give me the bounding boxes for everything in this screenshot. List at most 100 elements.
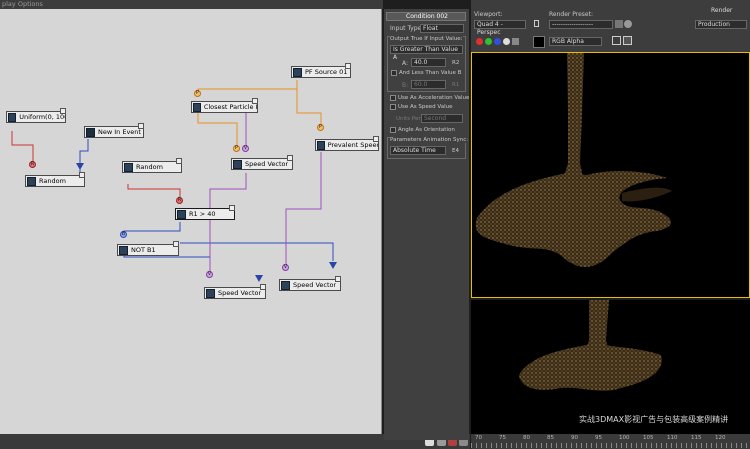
wire-speed-to-lower [209, 173, 247, 271]
timeline-tick-marks [471, 443, 750, 448]
wire-closest-to-speed [197, 113, 238, 145]
node-pf-source[interactable]: PF Source 01 [291, 63, 351, 78]
node-random-b[interactable]: Random [122, 158, 182, 173]
render-gear-icon[interactable] [624, 20, 632, 28]
tick-label: 100 [619, 435, 630, 441]
accel-checkbox[interactable] [390, 95, 396, 101]
units-per-dropdown[interactable]: Second [421, 114, 463, 123]
output-port[interactable] [260, 284, 266, 290]
input-arrow-icon[interactable] [329, 262, 337, 269]
value-b-label: B: [402, 82, 409, 89]
particle-view-graph[interactable]: Uniform(0, 100) New In Event Random Rand… [0, 9, 382, 434]
node-new-in-event[interactable]: New In Event [84, 123, 144, 138]
timeline-ruler[interactable]: 70 75 80 85 90 95 100 105 110 115 120 [471, 434, 750, 449]
and-less-label: And Less Than Value B [399, 70, 462, 76]
red-channel-icon[interactable] [476, 38, 483, 45]
node-icon [86, 127, 95, 137]
output-port[interactable] [335, 276, 341, 282]
angle-label: Angle As Orientation [398, 127, 455, 133]
output-port[interactable] [79, 172, 85, 178]
mono-channel-icon[interactable] [512, 38, 519, 45]
tick-label: 85 [547, 435, 554, 441]
speed-label: Use As Speed Value [398, 104, 453, 110]
pin-purple[interactable]: V [282, 264, 289, 271]
viewport-dropdown[interactable]: Quad 4 - Perspec [474, 20, 526, 36]
pin-orange[interactable]: P [233, 145, 240, 152]
value-b-suffix: R1 [452, 82, 460, 88]
node-speed-vector-c[interactable]: Speed Vector [279, 276, 341, 291]
node-speed-vector-b[interactable]: Speed Vector [204, 284, 266, 299]
node-label: Random [39, 177, 66, 185]
watermark-text: 实战3DMAX影视广告与包装高级案例精讲 [579, 415, 729, 424]
lock-icon[interactable] [534, 20, 539, 27]
node-label: Speed Vector [218, 289, 262, 297]
pin-blue[interactable]: B [120, 231, 127, 238]
node-icon [119, 245, 128, 255]
output-dropdown[interactable]: Is Greater Than Value A [390, 45, 463, 61]
node-icon [177, 209, 186, 219]
tick-label: 110 [667, 435, 678, 441]
tick-label: 90 [571, 435, 578, 441]
node-uniform[interactable]: Uniform(0, 100) [6, 108, 66, 123]
render-dropdown[interactable]: Production [695, 20, 747, 29]
node-label: R1 > 40 [189, 210, 216, 218]
render-setup-icon[interactable] [615, 20, 623, 28]
render-preset-dropdown[interactable]: ------------------- [549, 20, 613, 29]
output-port[interactable] [60, 108, 66, 114]
input-type-dropdown[interactable]: Float [420, 24, 464, 33]
sync-suffix: E4 [452, 148, 459, 154]
wire-random-to-condition [127, 184, 181, 204]
output-port[interactable] [229, 205, 235, 211]
node-speed-vector-a[interactable]: Speed Vector [231, 155, 293, 170]
input-arrow-icon[interactable] [255, 275, 263, 282]
color-swatch[interactable] [533, 36, 545, 48]
node-icon [317, 140, 325, 150]
pin-orange[interactable]: P [317, 124, 324, 131]
node-closest-particle[interactable]: Closest Particle In... [191, 98, 258, 113]
output-port[interactable] [373, 136, 379, 142]
pin-red[interactable]: R [176, 197, 183, 204]
pin-orange[interactable]: P [194, 90, 201, 97]
blue-channel-icon[interactable] [494, 38, 501, 45]
value-a-spinner[interactable]: 40.0 [411, 58, 446, 67]
node-condition[interactable]: R1 > 40 [175, 205, 235, 220]
value-b-spinner[interactable]: 60.0 [411, 80, 446, 89]
green-channel-icon[interactable] [485, 38, 492, 45]
tick-label: 75 [499, 435, 506, 441]
node-random-a[interactable]: Random [25, 172, 85, 187]
output-port[interactable] [345, 63, 351, 69]
angle-checkbox[interactable] [390, 127, 396, 133]
output-port[interactable] [138, 123, 144, 129]
toggle-ui-icon[interactable] [612, 36, 621, 45]
secondary-viewport[interactable]: 实战3DMAX影视广告与包装高级案例精讲 [471, 300, 750, 434]
pin-red[interactable]: R [29, 161, 36, 168]
tick-label: 95 [595, 435, 602, 441]
wire-source-to-closest [197, 80, 298, 95]
tick-label: 105 [643, 435, 654, 441]
output-port[interactable] [287, 155, 293, 161]
input-arrow-icon[interactable] [76, 163, 84, 170]
tick-label: 120 [715, 435, 726, 441]
node-not[interactable]: NOT B1 [117, 241, 179, 256]
alpha-channel-icon[interactable] [503, 38, 510, 45]
output-port[interactable] [176, 158, 182, 164]
node-prevalent-speed[interactable]: Prevalent Speed f... [315, 136, 379, 151]
frame-buffer-icon[interactable] [623, 36, 632, 45]
sync-dropdown[interactable]: Absolute Time [390, 146, 446, 155]
node-label: Closest Particle In... [203, 103, 257, 111]
tick-label: 80 [523, 435, 530, 441]
render-preset-label: Render Preset: [549, 11, 593, 18]
value-a-label: A: [402, 60, 409, 67]
rollout-title[interactable]: Condition 002 [386, 12, 466, 21]
value-a-suffix: R2 [452, 60, 460, 66]
node-icon [233, 159, 242, 169]
and-less-checkbox[interactable] [391, 70, 397, 76]
speed-checkbox[interactable] [390, 104, 396, 110]
pin-purple[interactable]: V [242, 145, 249, 152]
output-port[interactable] [252, 98, 258, 104]
channel-dropdown[interactable]: RGB Alpha [549, 37, 602, 46]
perspective-viewport[interactable] [471, 52, 750, 298]
node-icon [193, 102, 201, 112]
output-port[interactable] [173, 241, 179, 247]
pin-purple[interactable]: V [206, 271, 213, 278]
